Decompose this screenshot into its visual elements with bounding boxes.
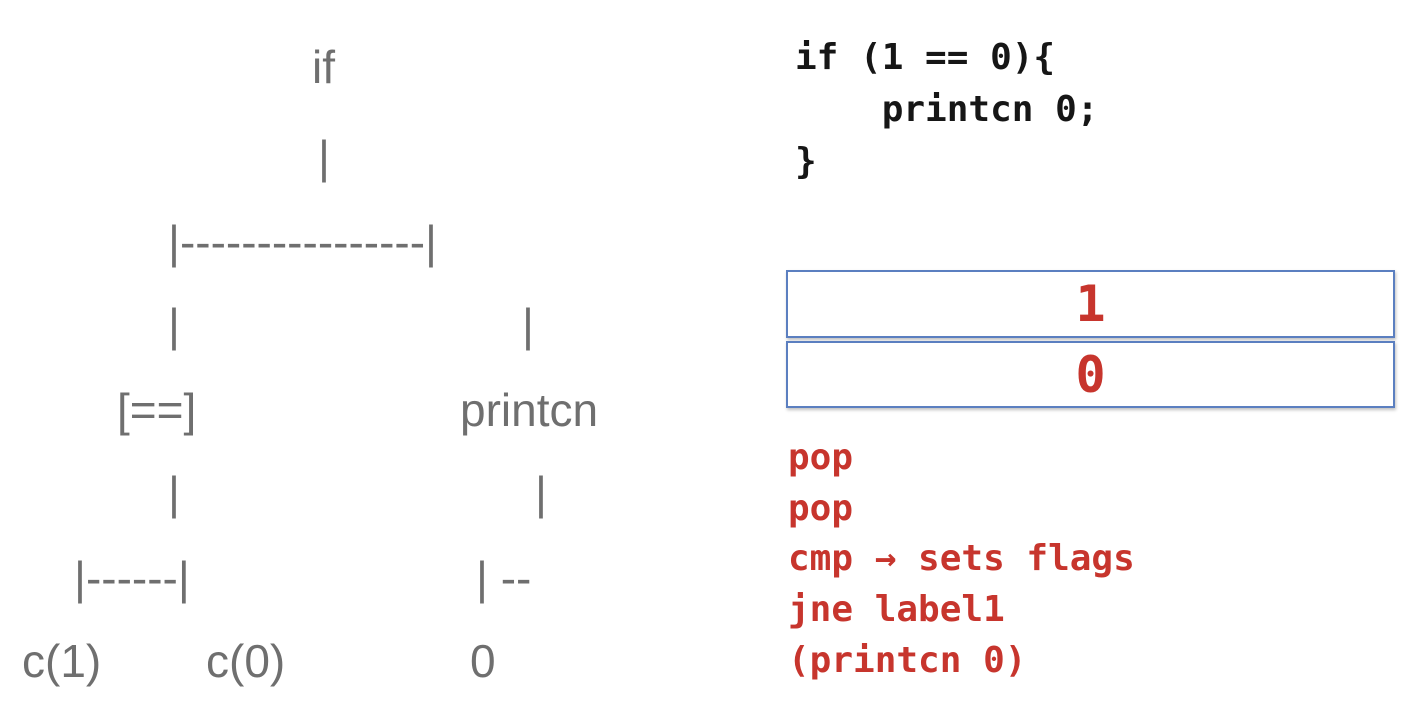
code-line-1: if (1 == 0){ [795, 37, 1056, 78]
tree-leaf-zero: 0 [470, 635, 496, 687]
tree-stem-right: | [522, 299, 534, 351]
tree-node-if: if [312, 41, 335, 93]
tree-leaf-c1: c(1) [22, 635, 102, 687]
tree-stem-left: | [168, 299, 180, 351]
stack-cell-bottom: 0 [786, 341, 1395, 408]
tree-branch-printcn: | -- [476, 552, 532, 604]
instruction-line: (printcn 0) [788, 640, 1027, 681]
tree-stem-printcn: | [535, 467, 547, 519]
stack-cell-top: 1 [786, 270, 1395, 338]
instruction-line: pop [788, 437, 854, 478]
tree-stem-equals: | [168, 467, 180, 519]
code-line-3: } [795, 141, 817, 182]
tree-leaf-c0: c(0) [206, 635, 286, 687]
instruction-line: pop [788, 488, 854, 529]
tree-branch-top: |----------------| [168, 216, 437, 268]
instruction-line: jne label1 [788, 589, 1005, 630]
tree-stem-root: | [318, 131, 330, 183]
tree-branch-equals: |------| [74, 552, 190, 604]
instruction-line: cmp → sets flags [788, 538, 1135, 579]
tree-node-equals: [==] [117, 384, 197, 436]
code-line-2: printcn 0; [795, 89, 1099, 130]
tree-node-printcn: printcn [460, 384, 599, 436]
